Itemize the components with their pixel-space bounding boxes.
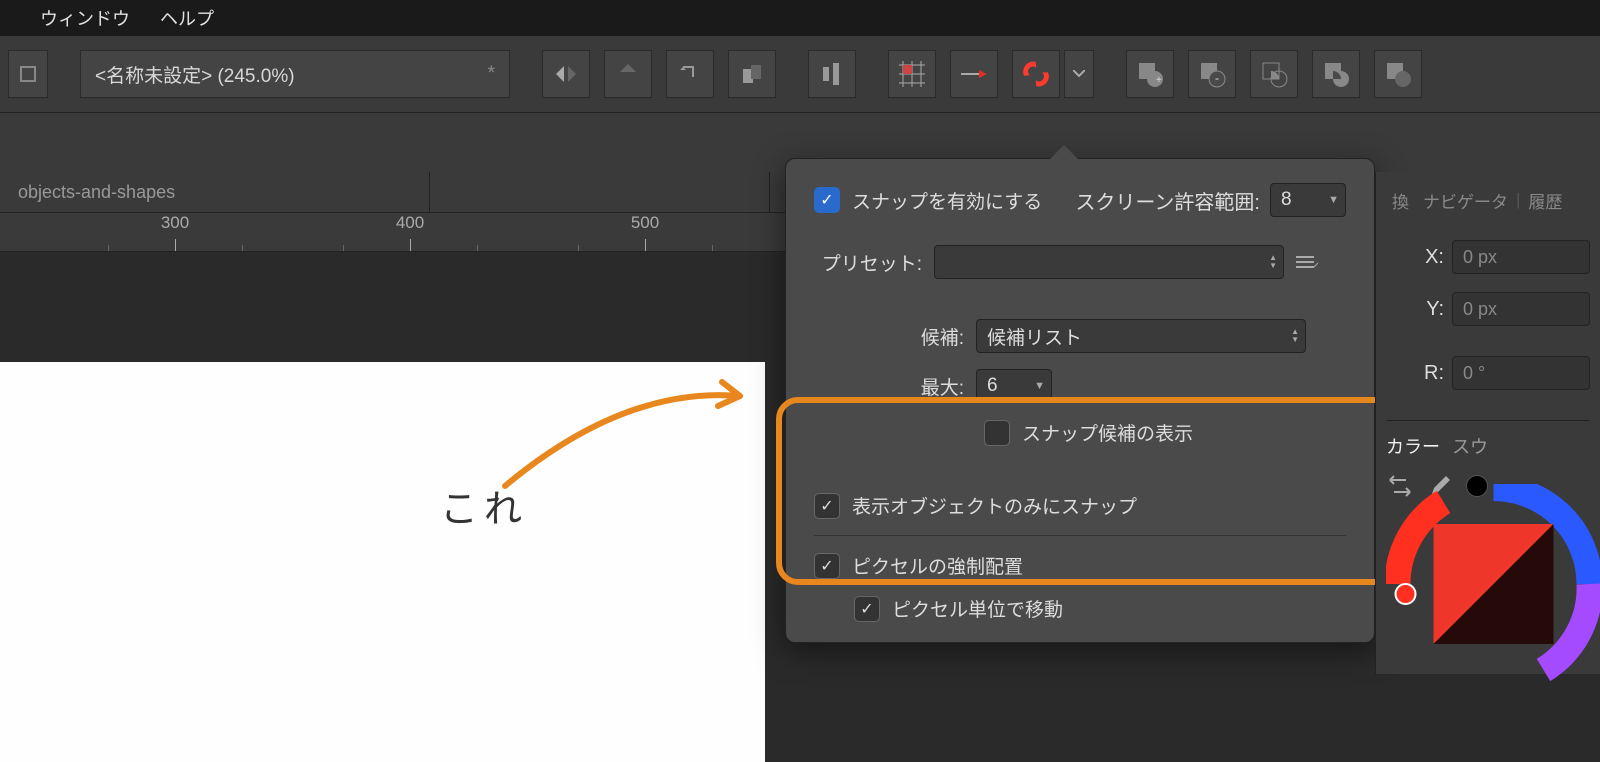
menu-window[interactable]: ウィンドウ (40, 5, 130, 31)
snapping-popover: スナップを有効にする スクリーン許容範囲: 8▼ プリセット: ▲▼ 候補: 候… (785, 158, 1375, 643)
only-visible-checkbox[interactable] (814, 493, 840, 519)
candidates-label: 候補: (814, 323, 964, 350)
enable-snapping-label: スナップを有効にする (852, 187, 1042, 214)
color-tab-swatch[interactable]: スウ (1452, 433, 1488, 459)
move-by-pixel-label: ピクセル単位で移動 (892, 595, 1063, 622)
max-label: 最大: (814, 373, 964, 400)
max-select[interactable]: 6▼ (976, 369, 1052, 403)
rotate-cw-button[interactable] (728, 50, 776, 98)
only-visible-label: 表示オブジェクトのみにスナップ (852, 492, 1137, 519)
enable-snapping-checkbox[interactable] (814, 187, 840, 213)
tab-empty[interactable] (430, 172, 770, 212)
align-button[interactable] (808, 50, 856, 98)
rp-tab-clipped[interactable]: 換 (1386, 184, 1415, 217)
color-wheel[interactable] (1386, 484, 1600, 684)
preset-label: プリセット: (814, 249, 922, 276)
toolbar: <名称未設定> (245.0%) * + - (0, 36, 1600, 112)
x-label: X: (1416, 246, 1444, 269)
baseline-grid-button[interactable] (950, 50, 998, 98)
svg-text:+: + (1156, 75, 1162, 86)
move-by-pixel-checkbox[interactable] (854, 596, 880, 622)
x-input[interactable]: 0 px (1452, 240, 1590, 274)
color-tab-color[interactable]: カラー (1386, 433, 1440, 459)
r-input[interactable]: 0 ° (1452, 356, 1590, 390)
flip-vertical-button[interactable] (604, 50, 652, 98)
snapping-dropdown-button[interactable] (1064, 50, 1094, 98)
right-panel: 換 ナビゲータ | 履歴 X: 0 px Y: 0 px R: 0 ° カラー … (1375, 172, 1600, 674)
document-title[interactable]: <名称未設定> (245.0%) * (80, 50, 510, 98)
bool-intersect-button[interactable] (1250, 50, 1298, 98)
bool-subtract-button[interactable]: - (1188, 50, 1236, 98)
preset-menu-icon[interactable] (1296, 255, 1318, 269)
candidates-select[interactable]: 候補リスト ▲▼ (976, 319, 1306, 353)
rp-tab-navigator[interactable]: ナビゲータ (1417, 184, 1514, 217)
rotate-ccw-button[interactable] (666, 50, 714, 98)
r-label: R: (1416, 362, 1444, 385)
menu-help[interactable]: ヘルプ (160, 5, 214, 31)
grid-button[interactable] (888, 50, 936, 98)
flip-horizontal-button[interactable] (542, 50, 590, 98)
doc-mode-button[interactable] (8, 50, 48, 98)
rp-tab-history[interactable]: 履歴 (1522, 184, 1568, 217)
force-pixel-label: ピクセルの強制配置 (852, 552, 1023, 579)
menubar: ウィンドウ ヘルプ (0, 0, 1600, 36)
bool-add-button[interactable]: + (1126, 50, 1174, 98)
y-input[interactable]: 0 px (1452, 292, 1590, 326)
bool-xor-button[interactable] (1312, 50, 1360, 98)
tab-objects-and-shapes[interactable]: objects-and-shapes (0, 172, 430, 212)
svg-text:-: - (1215, 71, 1219, 85)
screen-tolerance-select[interactable]: 8▼ (1270, 183, 1346, 217)
show-candidates-label: スナップ候補の表示 (1022, 419, 1193, 446)
modified-indicator: * (488, 63, 495, 85)
force-pixel-checkbox[interactable] (814, 553, 840, 579)
screen-tolerance-label: スクリーン許容範囲: (1075, 186, 1260, 215)
show-candidates-checkbox[interactable] (984, 420, 1010, 446)
y-label: Y: (1416, 298, 1444, 321)
bool-divide-button[interactable] (1374, 50, 1422, 98)
snapping-button[interactable] (1012, 50, 1060, 98)
artboard[interactable] (0, 362, 765, 762)
preset-select[interactable]: ▲▼ (934, 245, 1284, 279)
divider (814, 535, 1346, 536)
